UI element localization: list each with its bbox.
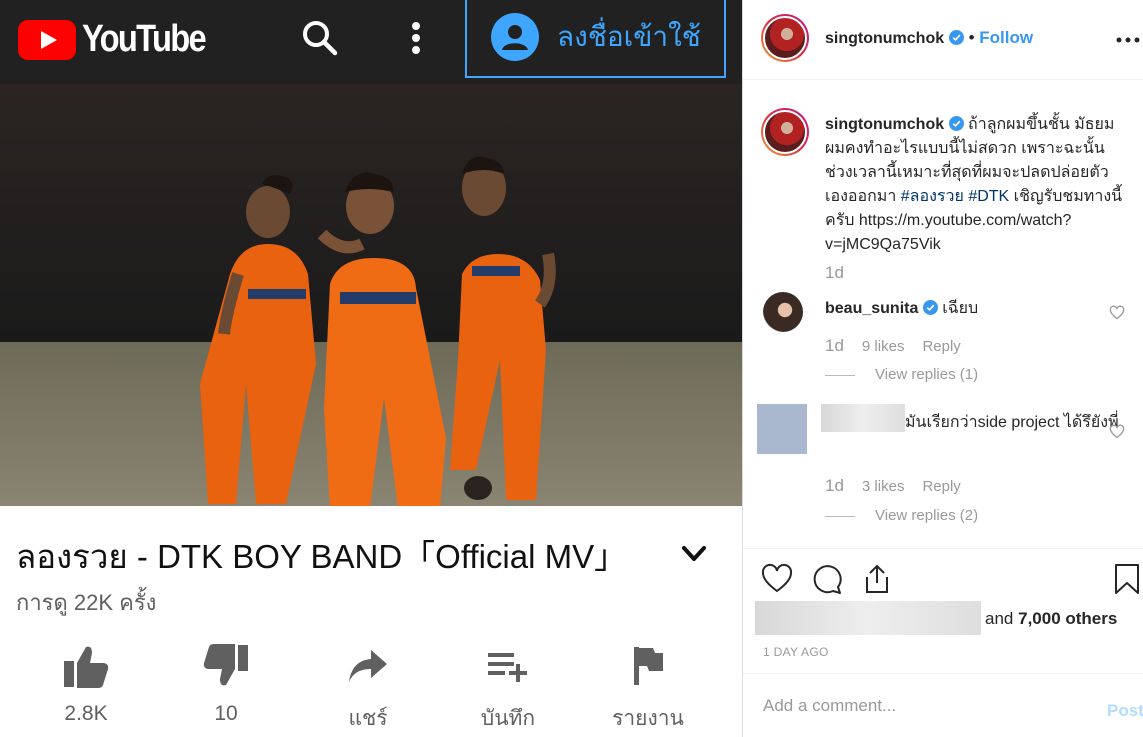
view-replies-button[interactable]: View replies (2) <box>825 507 978 524</box>
caption-age: 1d <box>825 263 844 282</box>
like-count: 2.8K <box>64 702 108 725</box>
chevron-down-icon[interactable] <box>680 540 708 568</box>
more-horiz-icon[interactable] <box>1115 36 1141 44</box>
comment-text: เฉียบ <box>942 300 979 317</box>
commenter-avatar[interactable] <box>757 404 807 454</box>
comment-likes[interactable]: 3 likes <box>862 478 905 495</box>
thumbs-up-icon <box>64 646 109 688</box>
comment-meta: 1d 9 likes Reply <box>825 336 961 356</box>
video-title: ลองรวย - DTK BOY BAND「Official MV」 <box>16 538 628 575</box>
signin-label: ลงชื่อเข้าใช้ <box>557 21 701 52</box>
commenter-avatar[interactable] <box>763 292 803 332</box>
playlist-add-icon <box>488 653 527 682</box>
reply-button[interactable]: Reply <box>922 338 960 355</box>
post-date: 1 DAY AGO <box>763 645 829 659</box>
flag-icon <box>634 647 663 685</box>
share-icon <box>349 650 387 682</box>
reply-button[interactable]: Reply <box>922 478 960 495</box>
report-button[interactable]: รายงาน <box>588 640 708 735</box>
save-label: บันทึก <box>480 707 536 730</box>
view-replies-button[interactable]: View replies (1) <box>825 366 978 383</box>
comment-like-icon[interactable] <box>1109 424 1125 439</box>
comment: มันเรียกว่าside project ได้รึยังพี่ <box>825 412 1125 434</box>
likes-text: and <box>985 609 1014 628</box>
save-button[interactable]: บันทึก <box>448 640 568 735</box>
view-count: การดู 22K ครั้ง <box>16 590 157 615</box>
comment-username[interactable]: beau_sunita <box>825 300 918 317</box>
comment: beau_sunita เฉียบ <box>825 296 978 321</box>
redacted-likers <box>755 601 981 635</box>
like-button[interactable]: 2.8K <box>26 640 146 726</box>
header-username[interactable]: singtonumchok <box>825 30 944 47</box>
comment-likes[interactable]: 9 likes <box>862 338 905 355</box>
comment-meta: 1d 3 likes Reply <box>825 476 961 496</box>
follow-button[interactable]: Follow <box>979 28 1033 47</box>
dislike-count: 10 <box>214 702 238 725</box>
hashtag-link[interactable]: #ลองรวย <box>901 188 964 205</box>
comment-age: 1d <box>825 476 844 495</box>
verified-badge-icon <box>948 30 964 45</box>
caption-avatar[interactable] <box>761 108 809 156</box>
bookmark-icon[interactable] <box>1113 563 1141 595</box>
youtube-panel: YouTube ลงชื่อเข้าใช้ ลองรวย - DTK BOY B… <box>0 0 742 737</box>
youtube-topbar: YouTube ลงชื่อเข้าใช้ <box>0 0 742 84</box>
add-comment-bar: Post <box>743 673 1143 737</box>
share-icon[interactable] <box>861 563 893 595</box>
youtube-logo-text: YouTube <box>82 18 207 60</box>
caption-username[interactable]: singtonumchok <box>825 116 944 133</box>
search-icon[interactable] <box>300 18 340 58</box>
dislike-button[interactable]: 10 <box>166 640 286 726</box>
signin-button[interactable]: ลงชื่อเข้าใช้ <box>465 0 726 78</box>
comment-icon[interactable] <box>811 563 843 595</box>
thumbs-down-icon <box>203 644 248 686</box>
instagram-panel: singtonumchok • Follow singtonumchok ถ้า… <box>742 0 1143 737</box>
video-player[interactable] <box>0 84 742 506</box>
post-caption: singtonumchok ถ้าลูกผมขึ้นชั้น มัธยม ผมค… <box>825 113 1130 257</box>
youtube-logo[interactable]: YouTube <box>18 18 225 61</box>
comment-age: 1d <box>825 336 844 355</box>
header-separator: • <box>968 28 975 47</box>
verified-badge-icon <box>948 116 964 131</box>
post-header: singtonumchok • Follow <box>743 0 1143 80</box>
comment-text: มันเรียกว่าside project ได้รึยังพี่ <box>905 414 1119 431</box>
more-vert-icon[interactable] <box>404 18 428 58</box>
hashtag-link[interactable]: #DTK <box>968 188 1009 205</box>
avatar[interactable] <box>761 14 809 62</box>
share-label: แชร์ <box>348 707 388 730</box>
share-button[interactable]: แชร์ <box>308 640 428 735</box>
report-label: รายงาน <box>612 707 684 730</box>
likes-summary[interactable]: and 7,000 others <box>985 609 1117 629</box>
comment-like-icon[interactable] <box>1109 305 1125 320</box>
heart-icon[interactable] <box>761 563 793 595</box>
verified-badge-icon <box>922 300 938 315</box>
account-icon <box>491 13 539 61</box>
post-button[interactable]: Post <box>1107 701 1143 721</box>
post-author: singtonumchok • Follow <box>825 28 1033 48</box>
likes-count: 7,000 others <box>1018 609 1118 628</box>
add-comment-input[interactable] <box>763 696 1063 716</box>
youtube-play-icon <box>18 19 76 60</box>
